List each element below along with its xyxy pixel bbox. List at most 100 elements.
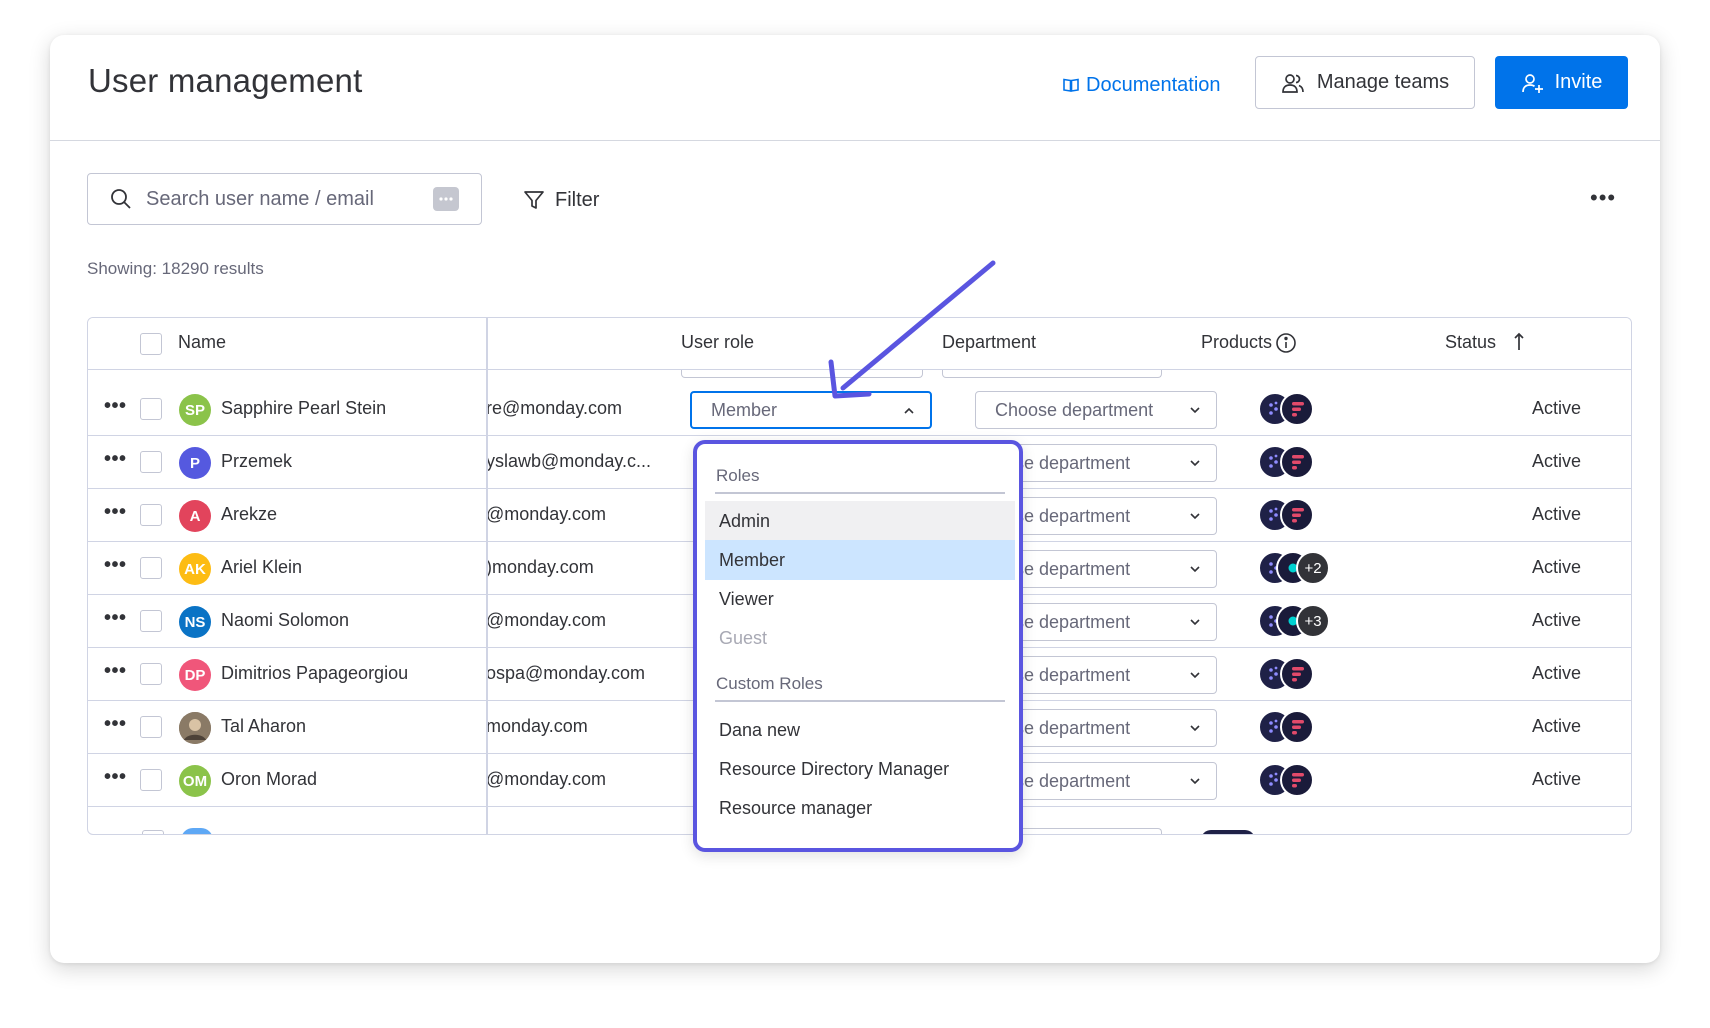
column-department[interactable]: Department	[942, 332, 1036, 353]
role-option-admin[interactable]: Admin	[705, 501, 1015, 541]
avatar-initials: A	[189, 507, 201, 525]
user-role-value: Member	[711, 399, 778, 420]
row-checkbox[interactable]	[140, 769, 162, 791]
results-count: Showing: 18290 results	[87, 259, 264, 278]
user-name: Dimitrios Papageorgiou	[221, 663, 409, 683]
status-text: Active	[1532, 504, 1582, 524]
avatar: P	[179, 447, 211, 479]
row-actions-button[interactable]: •••	[104, 395, 127, 418]
avatar: AK	[179, 553, 211, 585]
products-group[interactable]: +2	[1258, 550, 1378, 588]
status-text: Active	[1532, 451, 1582, 471]
ellipsis-keyboard-icon[interactable]	[433, 187, 459, 211]
more-options-button[interactable]: •••	[1590, 185, 1616, 211]
status-text: Active	[1532, 610, 1582, 630]
products-group[interactable]	[1258, 444, 1378, 482]
sort-ascending-icon[interactable]	[1512, 332, 1526, 352]
status-text: Active	[1532, 398, 1582, 418]
status-text: Active	[1532, 769, 1582, 789]
custom-roles-heading: Custom Roles	[716, 674, 823, 693]
chevron-down-icon	[1190, 619, 1200, 626]
column-name[interactable]: Name	[178, 332, 226, 353]
row-actions-button[interactable]: •••	[104, 501, 127, 524]
row-checkbox[interactable]	[140, 451, 162, 473]
products-group[interactable]	[1258, 497, 1378, 535]
custom-role-option-resource-manager[interactable]: Resource manager	[705, 788, 1015, 828]
user-name: Oron Morad	[221, 769, 318, 789]
row-checkbox[interactable]	[140, 398, 162, 420]
products-group[interactable]	[1258, 709, 1378, 747]
row-actions-button[interactable]: •••	[104, 766, 127, 789]
avatar: NS	[179, 606, 211, 638]
avatar: A	[179, 500, 211, 532]
user-role-select[interactable]: Member	[690, 391, 932, 429]
custom-role-option-resource-directory-manager[interactable]: Resource Directory Manager	[705, 749, 1015, 789]
product-dev-icon	[1280, 763, 1314, 797]
products-group[interactable]: +3	[1258, 603, 1378, 641]
chevron-up-icon	[904, 407, 914, 414]
products-group[interactable]	[1258, 391, 1378, 429]
products-group[interactable]	[1258, 762, 1378, 800]
invite-button[interactable]: Invite	[1495, 56, 1628, 109]
user-email: @monday.com	[486, 769, 606, 789]
user-email: yslawb@monday.c...	[486, 451, 651, 471]
row-checkbox-partial	[142, 830, 164, 834]
avatar	[179, 712, 211, 744]
status-text: Active	[1532, 557, 1582, 577]
info-icon[interactable]	[1275, 332, 1297, 354]
chevron-down-icon	[1190, 725, 1200, 732]
chevron-down-icon	[1190, 566, 1200, 573]
row-checkbox[interactable]	[140, 504, 162, 526]
avatar-initials: P	[189, 454, 200, 472]
products-group[interactable]	[1258, 656, 1378, 694]
documentation-link[interactable]: Documentation	[1062, 70, 1221, 100]
documentation-label: Documentation	[1086, 73, 1221, 96]
custom-role-option-dana-new[interactable]: Dana new	[705, 710, 1015, 750]
department-select[interactable]: Choose department	[975, 391, 1217, 429]
row-actions-button[interactable]: •••	[104, 713, 127, 736]
book-icon	[1063, 78, 1079, 92]
chevron-down-icon	[1190, 407, 1200, 414]
row-checkbox[interactable]	[140, 557, 162, 579]
chevron-down-icon	[1190, 672, 1200, 679]
avatar-initials: AK	[184, 560, 206, 578]
row-actions-button[interactable]: •••	[104, 607, 127, 630]
row-actions-button[interactable]: •••	[104, 554, 127, 577]
user-name: Sapphire Pearl Stein	[221, 398, 387, 418]
user-name: Ariel Klein	[221, 557, 303, 577]
user-name: Arekze	[221, 504, 278, 524]
row-checkbox[interactable]	[140, 716, 162, 738]
avatar-initials: OM	[182, 772, 208, 790]
column-status[interactable]: Status	[1445, 332, 1496, 353]
avatar-partial	[181, 828, 213, 834]
avatar-initials: NS	[184, 613, 206, 631]
roles-heading: Roles	[716, 466, 760, 485]
user-email: re@monday.com	[486, 398, 622, 418]
page-header: User management Documentation Manage tea…	[50, 35, 1660, 141]
select-all-checkbox[interactable]	[140, 333, 162, 355]
chevron-down-icon	[1190, 778, 1200, 785]
manage-teams-label: Manage teams	[1316, 71, 1450, 93]
filter-icon	[524, 191, 544, 209]
user-email: @monday.com	[486, 610, 606, 630]
column-products[interactable]: Products	[1201, 332, 1272, 353]
more-products-badge[interactable]: +3	[1296, 604, 1330, 638]
search-input[interactable]	[146, 186, 416, 212]
row-actions-button[interactable]: •••	[104, 448, 127, 471]
filter-button[interactable]: Filter	[523, 185, 599, 215]
row-actions-button[interactable]: •••	[104, 660, 127, 683]
user-email: )monday.com	[486, 557, 594, 577]
manage-teams-button[interactable]: Manage teams	[1255, 56, 1475, 109]
avatar: OM	[179, 765, 211, 797]
user-name: Tal Aharon	[221, 716, 307, 736]
role-option-viewer[interactable]: Viewer	[705, 579, 1015, 619]
row-checkbox[interactable]	[140, 610, 162, 632]
role-option-member[interactable]: Member	[705, 540, 1015, 580]
column-user-role[interactable]: User role	[681, 332, 754, 353]
search-box[interactable]	[87, 173, 482, 225]
more-products-badge[interactable]: +2	[1296, 551, 1330, 585]
role-option-guest: Guest	[719, 627, 768, 648]
page-title: User management	[88, 62, 363, 99]
table-row: ••• SP Sapphire Pearl Stein re@monday.co…	[88, 383, 1631, 436]
row-checkbox[interactable]	[140, 663, 162, 685]
